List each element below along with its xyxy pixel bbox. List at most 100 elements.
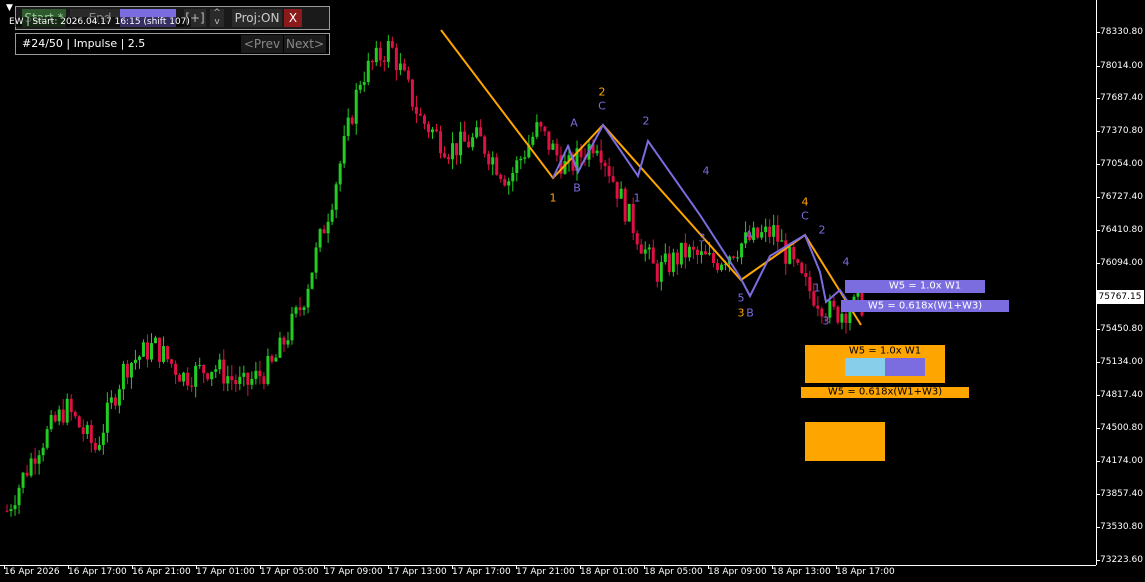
candle-body: [475, 127, 479, 138]
candle-body: [455, 143, 459, 156]
candle-body: [756, 227, 760, 238]
time-tick: [836, 565, 837, 569]
time-tick-label: 17 Apr 13:00: [388, 567, 447, 577]
price-tick: [1096, 131, 1100, 132]
candle-body: [471, 137, 475, 148]
projection-toggle-button[interactable]: Proj:ON: [232, 9, 282, 27]
time-tick: [388, 565, 389, 569]
chart-area[interactable]: 2 C A B 1 2 1 4 3 A 5 3 B 4 C 2 1 4 3 W5…: [0, 0, 1095, 565]
time-tick: [132, 565, 133, 569]
wave-label: C: [598, 99, 606, 113]
price-tick: [1096, 263, 1100, 264]
next-button[interactable]: Next>: [284, 35, 326, 53]
candle-body: [691, 246, 695, 250]
time-tick: [452, 565, 453, 569]
wave-label: B: [746, 306, 754, 320]
candle-body: [290, 313, 294, 341]
candle-body: [13, 505, 17, 510]
menu-arrow-icon[interactable]: ▼: [6, 3, 13, 13]
candle-body: [65, 398, 69, 423]
candle-body: [226, 376, 230, 384]
candle-body: [270, 355, 274, 362]
wave-label: 4: [801, 195, 809, 209]
candle-body: [599, 150, 603, 163]
wave-label: 3: [737, 306, 745, 320]
candle-body: [715, 263, 719, 271]
candle-body: [507, 181, 511, 186]
candle-body: [483, 136, 487, 154]
candle-body: [479, 127, 483, 137]
candle-body: [125, 363, 129, 378]
candle-body: [170, 359, 174, 364]
candle-body: [282, 337, 286, 345]
candle-body: [162, 346, 166, 362]
candle-body: [487, 153, 491, 165]
wave-label: A: [570, 116, 578, 130]
time-tick: [68, 565, 69, 569]
up-down-button[interactable]: ^ v: [210, 9, 224, 27]
price-tick: [1096, 98, 1100, 99]
price-tick-label: 78014.00: [1100, 61, 1143, 71]
candle-body: [836, 306, 840, 323]
time-tick: [580, 565, 581, 569]
candle-body: [129, 363, 133, 378]
candle-body: [109, 397, 113, 403]
projection-box-orange: [805, 422, 885, 461]
price-tick: [1096, 428, 1100, 429]
candle-body: [166, 346, 170, 360]
time-tick-label: 16 Apr 2026: [4, 567, 60, 577]
candle-body: [784, 240, 788, 264]
price-tick: [1096, 527, 1100, 528]
candle-body: [635, 233, 639, 245]
candle-body: [430, 129, 434, 133]
wave-label: C: [801, 209, 809, 223]
candle-body: [150, 343, 154, 360]
wave-label: 3: [698, 231, 706, 245]
price-tick: [1096, 230, 1100, 231]
candle-body: [210, 371, 214, 380]
candle-body: [17, 487, 21, 506]
candle-body: [402, 63, 406, 71]
candle-body: [840, 313, 844, 323]
candle-body: [274, 357, 278, 362]
time-tick-label: 17 Apr 09:00: [324, 567, 383, 577]
candle-body: [615, 181, 619, 199]
candle-body: [145, 342, 149, 360]
price-tick-label: 73857.40: [1100, 489, 1143, 499]
candle-body: [639, 244, 643, 254]
candle-body: [41, 447, 45, 456]
candle-body: [663, 253, 667, 263]
candle-body: [73, 411, 77, 417]
candle-body: [740, 243, 744, 258]
price-tick-label: 74500.80: [1100, 423, 1143, 433]
candle-body: [101, 432, 105, 445]
candle-body: [523, 157, 527, 159]
time-tick-label: 16 Apr 21:00: [132, 567, 191, 577]
price-tick-label: 76727.40: [1100, 192, 1143, 202]
candle-body: [426, 123, 430, 133]
projection-label: W5 = 0.618x(W1+W3): [827, 386, 943, 398]
wave-label: B: [573, 181, 581, 195]
candle-body: [21, 472, 25, 488]
candle-body: [711, 253, 715, 264]
close-button[interactable]: X: [284, 9, 302, 27]
candle-body: [61, 409, 65, 423]
candle-body: [121, 363, 125, 390]
candle-body: [33, 458, 37, 464]
candle-body: [687, 246, 691, 258]
candle-body: [158, 337, 162, 362]
price-axis[interactable]: [1096, 0, 1145, 565]
candle-body: [707, 253, 711, 255]
candle-body: [776, 225, 780, 242]
time-tick: [644, 565, 645, 569]
price-tick-label: 76410.80: [1100, 225, 1143, 235]
prev-button[interactable]: <Prev: [241, 35, 283, 53]
time-tick: [772, 565, 773, 569]
candle-body: [302, 307, 306, 310]
wave-label: 1: [633, 191, 641, 205]
candle-body: [242, 372, 246, 377]
candle-body: [254, 370, 258, 379]
candle-body: [607, 166, 611, 177]
candle-body: [683, 242, 687, 258]
price-tick: [1096, 362, 1100, 363]
